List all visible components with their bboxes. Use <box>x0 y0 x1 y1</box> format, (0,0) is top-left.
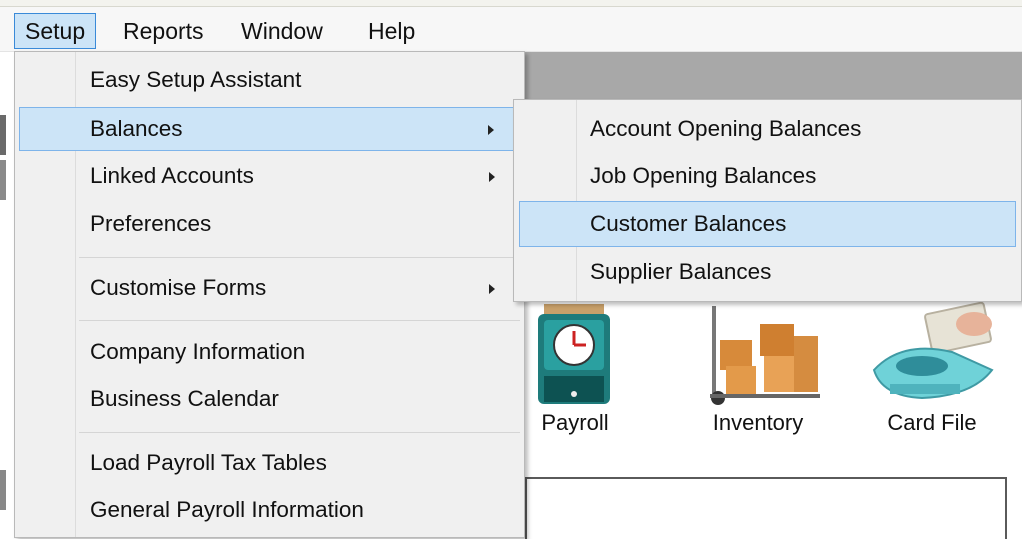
menu-item-label: Customer Balances <box>590 211 787 236</box>
menu-separator <box>79 432 520 433</box>
menu-item-easy-setup-assistant[interactable]: Easy Setup Assistant <box>19 58 520 102</box>
menu-item-supplier-balances[interactable]: Supplier Balances <box>519 249 1016 295</box>
window-top-edge <box>0 0 1022 7</box>
card-file-button[interactable]: Card File <box>862 300 1012 450</box>
menu-help[interactable]: Help <box>358 13 425 49</box>
menu-item-label: Customise Forms <box>90 275 267 300</box>
menu-item-label: Balances <box>90 116 183 141</box>
menu-item-business-calendar[interactable]: Business Calendar <box>19 377 520 421</box>
boxes-trolley-icon <box>710 306 820 405</box>
content-panel <box>525 477 1007 539</box>
card-file-label: Card File <box>887 410 977 435</box>
menu-item-general-payroll-information[interactable]: General Payroll Information <box>19 488 520 532</box>
menu-item-label: Job Opening Balances <box>590 163 817 188</box>
inventory-button[interactable]: Inventory <box>690 300 840 450</box>
left-window-edge <box>0 115 6 155</box>
menu-separator <box>79 257 520 258</box>
balances-submenu: Account Opening Balances Job Opening Bal… <box>513 99 1022 302</box>
menu-setup[interactable]: Setup <box>14 13 97 49</box>
left-window-edge <box>0 160 6 200</box>
menu-window[interactable]: Window <box>231 13 333 49</box>
submenu-arrow-icon <box>488 125 494 135</box>
menu-reports[interactable]: Reports <box>113 13 214 49</box>
menu-item-job-opening-balances[interactable]: Job Opening Balances <box>519 153 1016 199</box>
menu-item-label: Company Information <box>90 339 306 364</box>
menu-item-label: Account Opening Balances <box>590 116 862 141</box>
menu-item-preferences[interactable]: Preferences <box>19 202 520 246</box>
menu-item-company-information[interactable]: Company Information <box>19 330 520 374</box>
menu-item-label: Easy Setup Assistant <box>90 67 302 92</box>
menu-item-account-opening-balances[interactable]: Account Opening Balances <box>519 106 1016 152</box>
menu-item-label: Linked Accounts <box>90 163 254 188</box>
menu-item-label: Supplier Balances <box>590 259 772 284</box>
submenu-arrow-icon <box>489 172 495 182</box>
payroll-label: Payroll <box>541 410 609 435</box>
payroll-button[interactable]: Payroll <box>520 300 660 450</box>
submenu-arrow-icon <box>489 284 495 294</box>
menu-item-load-payroll-tax-tables[interactable]: Load Payroll Tax Tables <box>19 441 520 485</box>
left-window-edge <box>0 470 6 510</box>
command-centre-header-strip <box>520 52 1022 102</box>
menu-item-label: Load Payroll Tax Tables <box>90 450 327 475</box>
setup-menu: Easy Setup Assistant Balances Linked Acc… <box>14 51 525 538</box>
menu-separator <box>79 320 520 321</box>
menu-item-customer-balances[interactable]: Customer Balances <box>519 201 1016 247</box>
inventory-label: Inventory <box>712 410 804 435</box>
menu-item-linked-accounts[interactable]: Linked Accounts <box>19 154 520 198</box>
time-clock-icon <box>538 304 610 404</box>
menu-item-label: Business Calendar <box>90 386 279 411</box>
menu-bar: Setup Reports Window Help <box>0 7 1022 52</box>
menu-item-balances[interactable]: Balances <box>19 107 520 151</box>
menu-item-label: Preferences <box>90 211 212 236</box>
menu-item-customise-forms[interactable]: Customise Forms <box>19 266 520 310</box>
menu-item-label: General Payroll Information <box>90 497 364 522</box>
card-file-icon <box>872 301 994 400</box>
